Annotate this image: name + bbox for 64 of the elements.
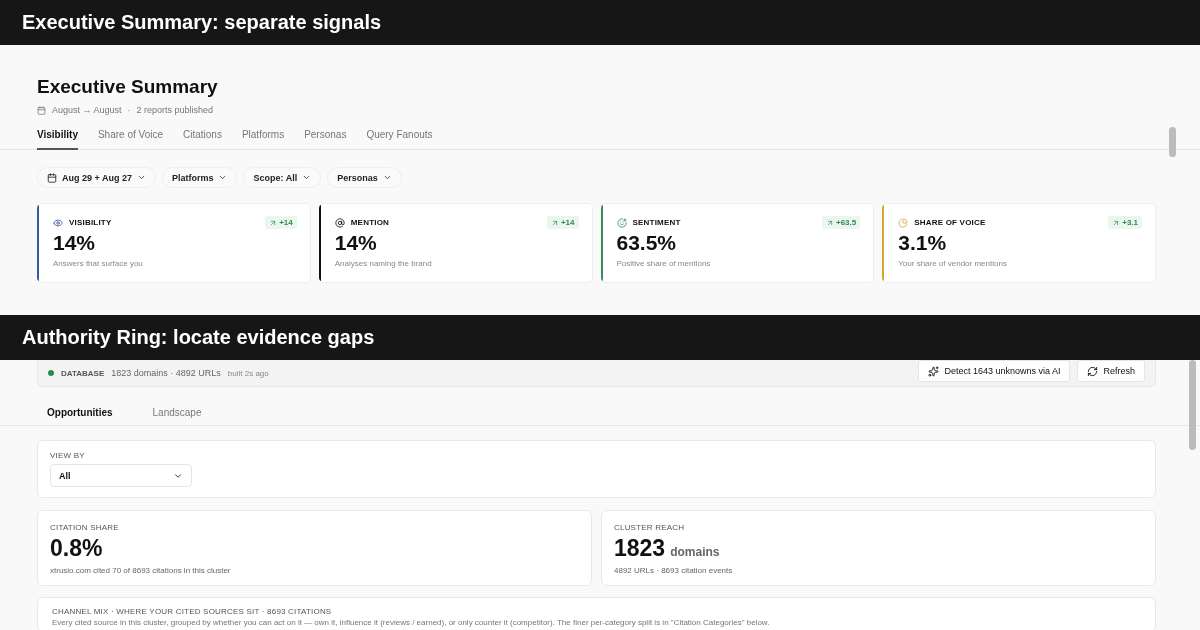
delta-badge: +14 [546, 216, 579, 229]
tab[interactable]: Share of Voice [97, 115, 163, 150]
metric-label: VISIBILITY [69, 218, 113, 227]
tab[interactable]: Platforms [241, 115, 285, 150]
refresh-button[interactable]: Refresh [1077, 360, 1145, 382]
channel-mix-description: Every cited source in this cluster, grouped by whether you can act on it — own it, influence it (reviews / earned), or only counter it (competitor). The finer per-category split is in "Citation Categories" below. [52, 618, 771, 627]
chevron-icon [136, 173, 146, 182]
calendar-icon [47, 172, 57, 183]
calendar-icon [37, 105, 46, 115]
metric-caption: Answers that surface you [53, 259, 144, 268]
delta-badge: +63.5 [822, 216, 861, 229]
metric-icon [616, 217, 627, 228]
delta-badge: +3.1 [1108, 216, 1142, 229]
database-stats: 1823 domains · 4892 URLs [111, 368, 221, 378]
metric-icon [53, 217, 63, 228]
metric-caption: Analyses naming the brand [334, 259, 433, 268]
report-count: 2 reports published [136, 105, 214, 115]
metric-label: CLUSTER REACH [614, 523, 686, 532]
metric-value: 14% [53, 231, 97, 255]
metric-value: 1823 [614, 535, 666, 562]
scrollbar-thumb[interactable] [1169, 127, 1176, 157]
metric-label: SENTIMENT [632, 218, 682, 227]
refresh-icon [1087, 365, 1099, 377]
metric-caption: Positive share of mentions [616, 259, 712, 268]
metric-value: 63.5% [616, 231, 678, 255]
metric-unit: domains [670, 545, 720, 559]
build-time: built 2s ago [227, 368, 270, 378]
metric-label: SHARE OF VOICE [914, 218, 987, 227]
metric-caption: Your share of vendor mentions [898, 259, 1008, 268]
filter-dropdown[interactable]: Platforms [161, 167, 238, 188]
metric-icon [898, 217, 909, 228]
filter-dropdown[interactable]: Scope: All [243, 167, 322, 188]
metric-value: 0.8% [50, 535, 103, 562]
date-range: August → August [52, 105, 122, 115]
separator: · [127, 105, 131, 115]
channel-mix-title: CHANNEL MIX · WHERE YOUR CITED SOURCES SIT · 8693 CITATIONS [52, 607, 333, 616]
metric-icon [334, 217, 345, 228]
tab[interactable]: Citations [183, 115, 222, 150]
filter-dropdown[interactable]: Personas [327, 167, 402, 188]
section-caption: Executive Summary: separate signals [0, 0, 1200, 45]
metric-value: 14% [334, 231, 378, 255]
scrollbar-thumb[interactable] [1189, 360, 1196, 450]
delta-badge: +14 [265, 216, 297, 229]
chevron-icon [218, 173, 228, 182]
tab[interactable]: Visibility [37, 115, 78, 150]
tab[interactable]: Personas [304, 115, 347, 150]
detect-button[interactable]: Detect 1643 unknowns via AI [918, 360, 1071, 382]
sparkle-icon [928, 365, 940, 377]
metric-caption: 4892 URLs · 8693 citation events [614, 566, 734, 575]
view-by-label: VIEW BY [50, 451, 86, 460]
metric-label: MENTION [350, 218, 391, 227]
view-by-select[interactable]: All [50, 464, 192, 487]
metric-value: 3.1% [898, 231, 948, 255]
database-label: DATABASE [61, 368, 105, 378]
filter-dropdown[interactable]: Aug 29 + Aug 27 [37, 167, 156, 188]
metric-label: CITATION SHARE [50, 523, 120, 532]
metric-caption: xtrusio.com cited 70 of 8693 citations in this cluster [50, 566, 232, 575]
chevron-icon [382, 173, 392, 182]
tab[interactable]: Opportunities [37, 395, 123, 426]
chevron-icon [302, 173, 312, 182]
section-caption: Authority Ring: locate evidence gaps [0, 315, 1200, 360]
tab[interactable]: Query Fanouts [366, 115, 433, 150]
page-title: Executive Summary [37, 76, 219, 98]
tab[interactable]: Landscape [142, 395, 212, 426]
